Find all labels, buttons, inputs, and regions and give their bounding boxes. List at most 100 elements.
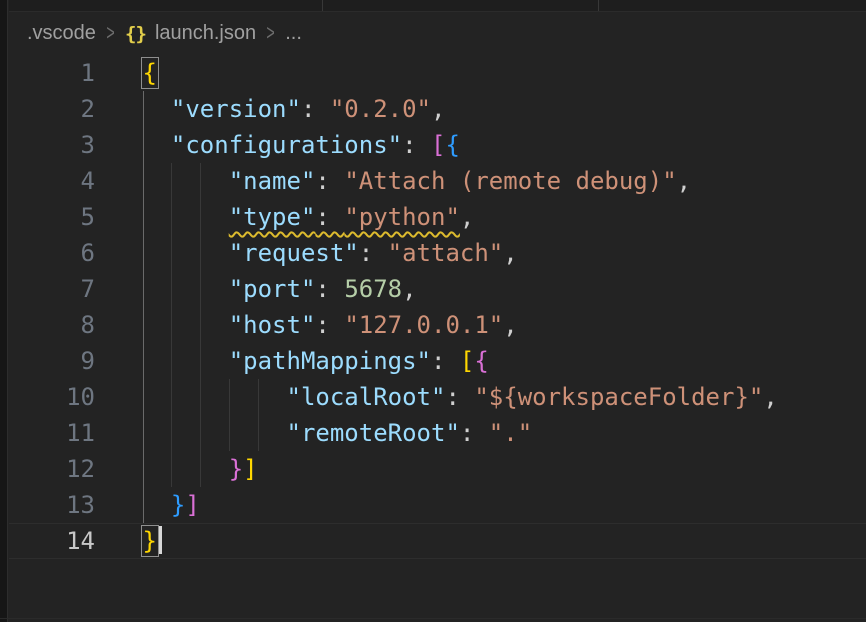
token: , [402,275,416,303]
token: : [301,95,330,123]
token: "attach" [388,239,504,267]
code-line[interactable]: 3 "configurations": [{ [9,127,866,163]
token [142,95,171,123]
indent-guide [171,307,172,343]
line-number[interactable]: 5 [9,199,95,235]
code-text: "configurations": [{ [142,131,460,159]
token [142,347,229,375]
line-number[interactable]: 2 [9,91,95,127]
token: , [763,383,777,411]
token: "request" [229,239,359,267]
indent-guide [171,343,172,379]
indent-guide [171,379,172,415]
line-number[interactable]: 4 [9,163,95,199]
token [142,419,287,447]
line-number[interactable]: 12 [9,451,95,487]
breadcrumb-folder[interactable]: .vscode [27,22,96,45]
indent-guide [143,451,144,487]
token: } [229,455,243,483]
matched-bracket: } [141,525,159,557]
code-line[interactable]: 4 "name": "Attach (remote debug)", [9,163,866,199]
indent-guide [171,451,172,487]
chevron-right-icon: > [267,21,275,46]
code-area[interactable]: 1{2 "version": "0.2.0",3 "configurations… [9,55,866,622]
line-number[interactable]: 9 [9,343,95,379]
tab-segment-3[interactable] [599,0,866,11]
token: "localRoot" [287,383,446,411]
indent-guide [171,271,172,307]
code-line[interactable]: 9 "pathMappings": [{ [9,343,866,379]
chevron-right-icon: > [106,21,114,46]
code-line[interactable]: 6 "request": "attach", [9,235,866,271]
indent-guide [143,379,144,415]
token: [ [460,347,474,375]
code-text: } [142,527,162,555]
token: , [503,239,517,267]
code-text: }] [142,491,200,519]
code-line[interactable]: 7 "port": 5678, [9,271,866,307]
code-line[interactable]: 12 }] [9,451,866,487]
token [142,275,229,303]
code-line[interactable]: 11 "remoteRoot": "." [9,415,866,451]
indent-guide [143,307,144,343]
tab-segment-1[interactable] [9,0,323,11]
indent-guide [229,415,230,451]
code-line[interactable]: 14} [9,523,866,559]
indent-guide [200,451,201,487]
indent-guide [200,235,201,271]
token: "name" [229,167,316,195]
line-number[interactable]: 11 [9,415,95,451]
token: ] [243,455,257,483]
line-number[interactable]: 8 [9,307,95,343]
token: ] [185,491,199,519]
indent-guide [143,343,144,379]
sidebar-edge [0,0,8,622]
token: : [315,311,344,339]
line-number[interactable]: 13 [9,487,95,523]
line-number[interactable]: 3 [9,127,95,163]
breadcrumb-symbol-more[interactable]: ... [285,22,302,45]
line-number[interactable]: 6 [9,235,95,271]
code-text: "host": "127.0.0.1", [142,311,518,339]
token: : [431,347,460,375]
code-line[interactable]: 13 }] [9,487,866,523]
indent-guide [229,379,230,415]
token: , [503,311,517,339]
indent-guide [143,235,144,271]
code-line[interactable]: 1{ [9,55,866,91]
code-text: "localRoot": "${workspaceFolder}", [142,383,778,411]
token: "127.0.0.1" [344,311,503,339]
token: "remoteRoot" [287,419,460,447]
token [142,455,229,483]
line-number[interactable]: 14 [9,523,95,559]
tab-bar [9,0,866,12]
code-text: "type": "python", [142,203,474,231]
code-line[interactable]: 5 "type": "python", [9,199,866,235]
token [142,491,171,519]
breadcrumb-file[interactable]: launch.json [155,22,256,45]
code-text: { [142,59,157,87]
indent-guide [171,415,172,451]
line-number[interactable]: 7 [9,271,95,307]
code-line[interactable]: 10 "localRoot": "${workspaceFolder}", [9,379,866,415]
code-text: "version": "0.2.0", [142,95,445,123]
tab-segment-2[interactable] [323,0,599,11]
indent-guide [143,163,144,199]
token: "0.2.0" [330,95,431,123]
token [142,131,171,159]
token: "port" [229,275,316,303]
indent-guide [258,415,259,451]
code-line[interactable]: 2 "version": "0.2.0", [9,91,866,127]
indent-guide [143,91,144,127]
line-number[interactable]: 10 [9,379,95,415]
indent-guide [200,415,201,451]
code-line[interactable]: 8 "host": "127.0.0.1", [9,307,866,343]
token: "${workspaceFolder}" [474,383,763,411]
token: "configurations" [171,131,402,159]
token: { [474,347,488,375]
token [142,383,287,411]
line-number[interactable]: 1 [9,55,95,91]
indent-guide [143,199,144,235]
matched-bracket: { [141,57,159,89]
token: "type" [229,203,316,231]
